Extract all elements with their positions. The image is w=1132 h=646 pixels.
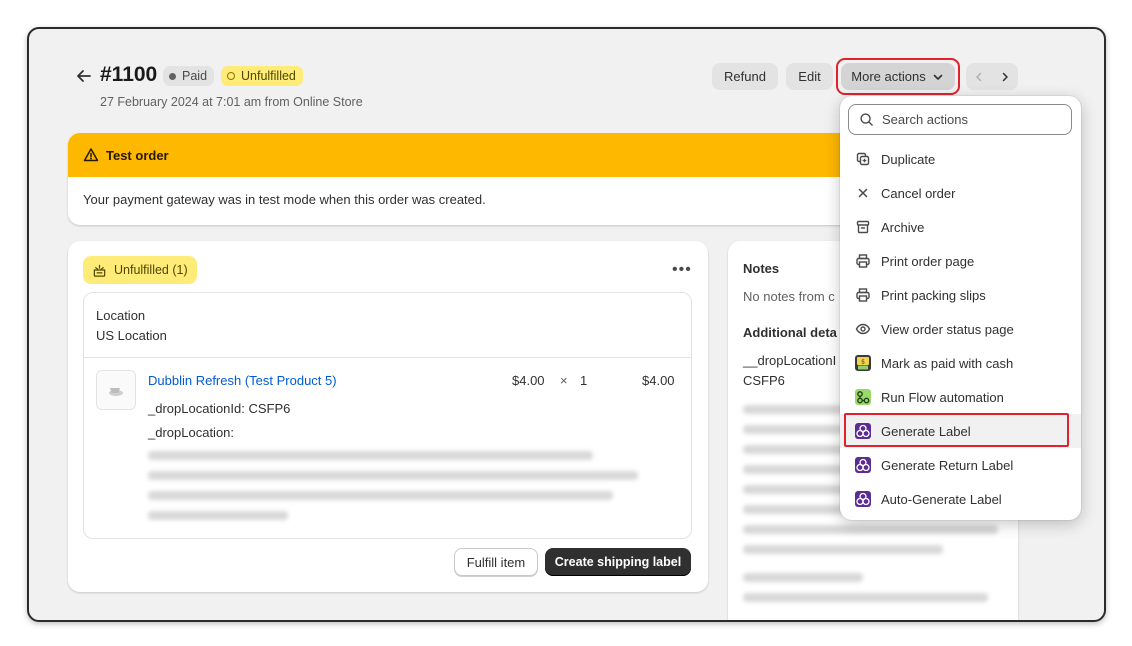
fulfill-item-button[interactable]: Fulfill item <box>454 548 538 576</box>
redacted-text <box>148 451 593 460</box>
menu-item-generate-return-label[interactable]: Generate Return Label <box>840 448 1081 482</box>
more-options-icon[interactable]: ••• <box>672 261 692 279</box>
order-subtitle: 27 February 2024 at 7:01 am from Online … <box>100 95 363 109</box>
fulfillment-line-items: Location US Location Dubblin Refresh (Te… <box>83 292 692 539</box>
menu-item-duplicate[interactable]: Duplicate <box>840 142 1081 176</box>
paid-badge-label: Paid <box>182 69 208 83</box>
menu-item-print-packing-slips[interactable]: Print packing slips <box>840 278 1081 312</box>
flow-app-icon <box>853 387 873 407</box>
drop-location-id: _dropLocationId: CSFP6 <box>148 401 291 416</box>
paid-badge: Paid <box>163 66 215 86</box>
fulfillment-card: Unfulfilled (1) ••• Location US Location… <box>68 241 708 592</box>
product-image-icon <box>109 388 123 396</box>
menu-item-label: Generate Return Label <box>881 457 1014 473</box>
search-placeholder: Search actions <box>882 112 968 127</box>
unit-price: $4.00 <box>512 373 545 388</box>
search-actions-input[interactable]: Search actions <box>848 104 1072 135</box>
notes-title: Notes <box>743 261 780 276</box>
archive-icon <box>853 217 873 237</box>
menu-item-label: View order status page <box>881 321 1014 337</box>
additional-detail-value: CSFP6 <box>743 373 785 388</box>
cash-app-icon: $ <box>853 353 873 373</box>
refund-button[interactable]: Refund <box>712 63 778 90</box>
menu-item-view-order-status-page[interactable]: View order status page <box>840 312 1081 346</box>
menu-item-auto-generate-label[interactable]: Auto-Generate Label <box>840 482 1081 516</box>
paid-dot-icon <box>169 72 176 80</box>
previous-order-icon[interactable] <box>966 63 992 90</box>
printer-icon <box>853 285 873 305</box>
menu-item-print-order-page[interactable]: Print order page <box>840 244 1081 278</box>
edit-button[interactable]: Edit <box>786 63 833 90</box>
create-shipping-label-button[interactable]: Create shipping label <box>545 548 691 576</box>
product-thumbnail[interactable] <box>96 370 136 410</box>
duplicate-icon <box>853 149 873 169</box>
unfulfilled-badge: Unfulfilled <box>221 66 303 86</box>
menu-item-label: Print order page <box>881 253 975 269</box>
product-link[interactable]: Dubblin Refresh (Test Product 5) <box>148 373 337 388</box>
redacted-text <box>743 525 998 534</box>
test-order-title: Test order <box>106 147 169 163</box>
generate-label-highlight <box>844 413 1069 447</box>
more-actions-highlight <box>836 58 960 95</box>
menu-item-label: Cancel order <box>881 185 956 201</box>
location-value: US Location <box>96 328 167 343</box>
additional-details-title: Additional deta <box>743 325 837 340</box>
menu-item-cancel-order[interactable]: Cancel order <box>840 176 1081 210</box>
svg-text:$: $ <box>861 359 865 366</box>
redacted-text <box>148 471 638 480</box>
redacted-text <box>148 491 613 500</box>
next-order-icon[interactable] <box>992 63 1018 90</box>
unfulfilled-count-label: Unfulfilled (1) <box>114 263 188 277</box>
menu-item-label: Mark as paid with cash <box>881 355 1014 371</box>
divider <box>84 357 691 358</box>
fulfillment-box-icon <box>93 264 106 277</box>
label-app-icon <box>853 489 873 509</box>
close-icon <box>853 183 873 203</box>
line-total: $4.00 <box>642 373 675 388</box>
order-title: #1100 <box>100 63 158 86</box>
menu-item-run-flow-automation[interactable]: Run Flow automation <box>840 380 1081 414</box>
redacted-text <box>743 545 943 554</box>
menu-item-mark-as-paid-with-cash[interactable]: $ Mark as paid with cash <box>840 346 1081 380</box>
redacted-text <box>743 573 863 582</box>
redacted-text <box>148 511 288 520</box>
redacted-text <box>743 593 988 602</box>
quantity: 1 <box>580 373 588 388</box>
additional-detail-key: __dropLocationI <box>743 353 837 368</box>
label-app-icon <box>853 455 873 475</box>
actions-list: Duplicate Cancel order Archive Print ord… <box>840 142 1081 516</box>
drop-location: _dropLocation: <box>148 425 235 440</box>
times-sign: × <box>560 373 568 388</box>
unfulfilled-count-badge: Unfulfilled (1) <box>83 256 197 284</box>
back-arrow-icon[interactable] <box>74 66 94 86</box>
unfulfilled-badge-label: Unfulfilled <box>241 69 296 83</box>
menu-item-label: Print packing slips <box>881 287 986 303</box>
unfulfilled-ring-icon <box>227 72 235 80</box>
more-actions-menu: Search actions Duplicate Cancel order Ar… <box>840 96 1081 520</box>
menu-item-label: Auto-Generate Label <box>881 491 1002 507</box>
warning-icon <box>83 148 99 162</box>
order-pager <box>966 63 1018 90</box>
search-icon <box>860 113 873 126</box>
location-label: Location <box>96 308 146 323</box>
menu-item-label: Archive <box>881 219 925 235</box>
app-window: #1100 Paid Unfulfilled 27 February 2024 … <box>27 27 1106 622</box>
menu-item-archive[interactable]: Archive <box>840 210 1081 244</box>
menu-item-label: Duplicate <box>881 151 936 167</box>
notes-empty: No notes from c <box>743 289 835 304</box>
menu-item-label: Run Flow automation <box>881 389 1004 405</box>
printer-icon <box>853 251 873 271</box>
eye-icon <box>853 319 873 339</box>
